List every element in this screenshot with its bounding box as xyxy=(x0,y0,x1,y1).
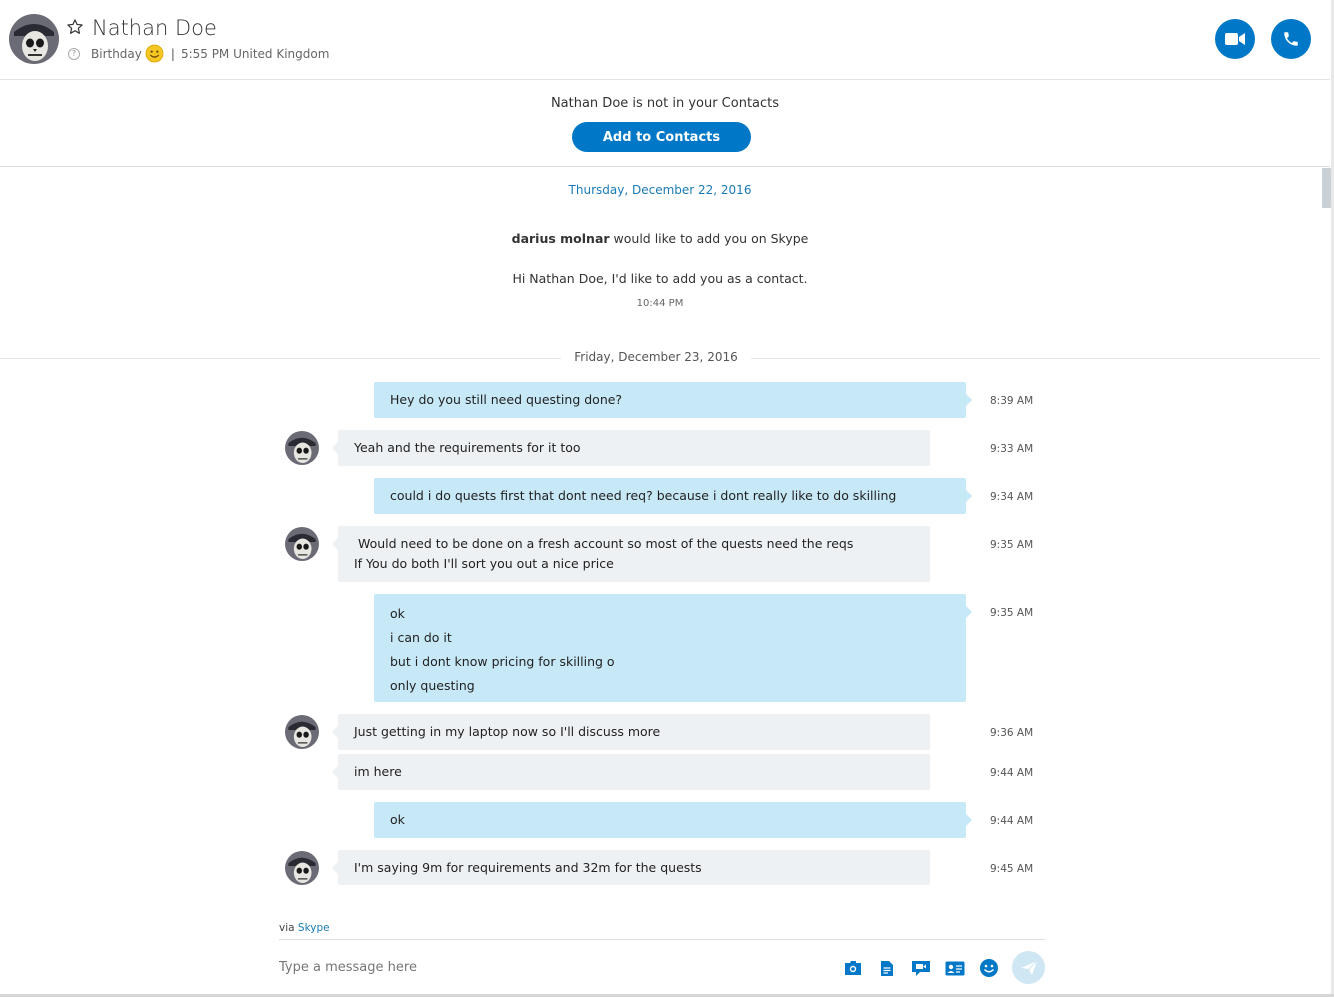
sender-avatar[interactable] xyxy=(285,715,319,749)
message-bubble-outgoing[interactable]: ok i can do it but i dont know pricing f… xyxy=(374,594,972,702)
message-text: ok xyxy=(390,812,405,827)
message-time: 9:44 AM xyxy=(990,815,1034,827)
message-text: Just getting in my laptop now so I'll di… xyxy=(354,724,661,739)
via-skype-label: via Skype xyxy=(279,922,330,934)
send-arrow-icon xyxy=(1020,960,1037,975)
message-bubble-outgoing[interactable]: could i do quests first that dont need r… xyxy=(374,478,972,514)
message-bubble-outgoing[interactable]: Hey do you still need questing done? xyxy=(374,382,972,418)
contact-avatar[interactable] xyxy=(9,14,59,64)
image-folder-icon xyxy=(845,961,861,975)
file-icon xyxy=(881,960,893,976)
message-text: Would need to be done on a fresh account… xyxy=(354,536,854,551)
video-camera-icon xyxy=(1225,33,1245,45)
phone-icon xyxy=(1284,32,1298,46)
message-bubble-incoming[interactable]: I'm saying 9m for requirements and 32m f… xyxy=(332,850,930,885)
conversation-header: Nathan Doe ? Birthday | 5:55 PM United K… xyxy=(0,0,1330,80)
video-message-icon xyxy=(912,960,930,976)
message-bubble-outgoing[interactable]: ok xyxy=(374,802,972,838)
message-text: Yeah and the requirements for it too xyxy=(354,440,581,455)
message-bubble-incoming[interactable]: im here xyxy=(332,754,930,790)
message-time: 9:33 AM xyxy=(990,443,1034,455)
message-time: 8:39 AM xyxy=(990,395,1034,407)
message-text: ok xyxy=(390,606,405,621)
message-text: but i dont know pricing for skilling o xyxy=(390,654,615,669)
smiley-icon xyxy=(980,959,998,977)
message-time: 9:44 AM xyxy=(990,767,1034,779)
date-separator: Friday, December 23, 2016 xyxy=(561,350,751,364)
message-bubble-incoming[interactable]: Just getting in my laptop now so I'll di… xyxy=(332,714,930,750)
mood-message: Birthday xyxy=(91,46,142,61)
message-time: 9:35 AM xyxy=(990,607,1034,619)
date-separator: Thursday, December 22, 2016 xyxy=(568,183,752,197)
contact-status-line: ? Birthday | 5:55 PM United Kingdom xyxy=(68,44,329,63)
audio-call-button[interactable] xyxy=(1271,19,1311,59)
send-contacts-button[interactable] xyxy=(944,957,966,979)
favorite-star-icon[interactable] xyxy=(66,18,84,36)
sender-avatar[interactable] xyxy=(285,431,319,465)
add-to-contacts-button[interactable]: Add to Contacts xyxy=(572,122,751,152)
message-text: I'm saying 9m for requirements and 32m f… xyxy=(354,860,702,875)
sender-avatar[interactable] xyxy=(285,851,319,885)
message-input[interactable] xyxy=(279,954,819,980)
via-prefix: via xyxy=(279,922,298,934)
status-unknown-icon: ? xyxy=(68,47,80,60)
contact-name: Nathan Doe xyxy=(92,16,217,40)
video-call-button[interactable] xyxy=(1215,19,1255,59)
smile-emoticon-icon xyxy=(145,44,164,63)
message-text: Hey do you still need questing done? xyxy=(390,392,623,407)
emoticons-button[interactable] xyxy=(978,957,1000,979)
request-sender[interactable]: darius molnar xyxy=(512,231,610,246)
message-text: If You do both I'll sort you out a nice … xyxy=(354,556,614,571)
send-media-button[interactable] xyxy=(842,957,864,979)
separator: | xyxy=(170,46,175,61)
not-in-contacts-banner: Nathan Doe is not in your Contacts Add t… xyxy=(0,80,1330,167)
contact-request-message: Hi Nathan Doe, I'd like to add you as a … xyxy=(512,271,808,286)
contact-request-line: darius molnar would like to add you on S… xyxy=(0,231,1320,246)
local-time-location: 5:55 PM United Kingdom xyxy=(180,46,330,61)
skype-link[interactable]: Skype xyxy=(298,922,330,934)
message-bubble-incoming[interactable]: Would need to be done on a fresh account… xyxy=(332,526,930,582)
message-bubble-incoming[interactable]: Yeah and the requirements for it too xyxy=(332,430,930,466)
contact-request-time: 10:44 PM xyxy=(636,298,684,309)
contact-card-icon xyxy=(945,961,965,975)
message-time: 9:35 AM xyxy=(990,539,1034,551)
message-text: only questing xyxy=(390,678,475,693)
send-file-button[interactable] xyxy=(876,957,898,979)
send-video-message-button[interactable] xyxy=(910,957,932,979)
message-text: could i do quests first that dont need r… xyxy=(390,488,897,503)
message-time: 9:36 AM xyxy=(990,727,1034,739)
request-line-text: would like to add you on Skype xyxy=(609,231,809,246)
send-message-button[interactable] xyxy=(1012,951,1045,984)
message-text: im here xyxy=(354,764,402,779)
chat-scrollbar-thumb[interactable] xyxy=(1322,168,1331,208)
message-time: 9:34 AM xyxy=(990,491,1034,503)
sender-avatar[interactable] xyxy=(285,527,319,561)
message-time: 9:45 AM xyxy=(990,863,1034,875)
not-in-contacts-text: Nathan Doe is not in your Contacts xyxy=(550,96,780,111)
compose-divider xyxy=(279,939,1045,940)
message-text: i can do it xyxy=(390,630,452,645)
